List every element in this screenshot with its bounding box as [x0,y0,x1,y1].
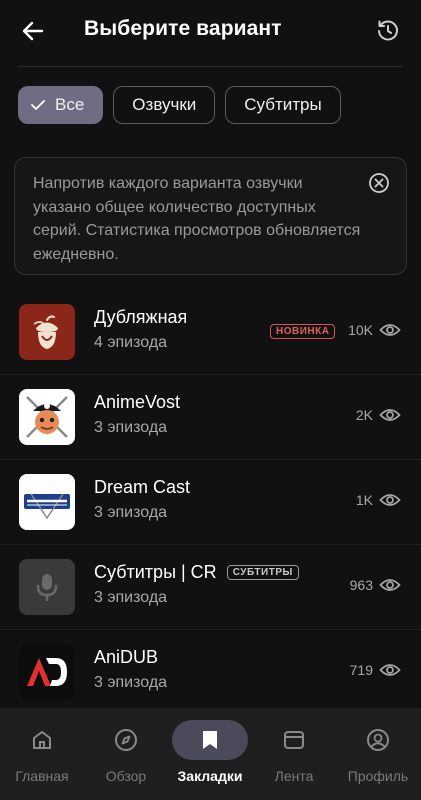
nav-label: Закладки [177,768,243,784]
history-button[interactable] [371,14,405,48]
check-icon [31,100,45,110]
variant-name: AnimeVost [94,392,181,412]
view-count-value: 1K [355,492,373,508]
chip-voiceovers[interactable]: Озвучки [113,86,216,124]
dreamcast-logo [19,474,75,530]
profile-icon [367,729,389,751]
microphone-icon [19,559,75,615]
notice-text: Напротив каждого варианта озвучки указан… [33,175,361,263]
episode-count: 3 эпизода [94,674,168,691]
view-count: 963 [350,577,401,593]
feed-icon [284,731,304,749]
list-item[interactable]: Дубляжная 4 эпизода НОВИНКА 10K [0,290,421,375]
nav-home[interactable]: Главная [0,722,84,784]
eye-icon [379,324,401,336]
list-item[interactable]: Субтитры | CR СУБТИТРЫ 3 эпизода 963 [0,545,421,630]
nav-feed[interactable]: Лента [252,722,336,784]
variant-name: AniDUB [94,647,159,667]
view-count-value: 2K [355,407,373,423]
page-title: Выберите вариант [84,17,282,40]
subtitles-badge: СУБТИТРЫ [226,565,299,580]
pirate-logo [19,389,75,445]
list-item[interactable]: Dream Cast 3 эпизода 1K [0,460,421,545]
app-header: Выберите вариант [0,0,421,62]
eye-icon [379,494,401,506]
view-count-value: 963 [349,577,373,593]
episode-count: 3 эпизода [94,504,168,521]
anidub-logo [19,644,75,700]
view-count: 2K [356,407,401,423]
home-icon [33,731,51,749]
eye-icon [379,409,401,421]
nav-label: Лента [274,768,314,784]
nav-label: Обзор [105,768,147,784]
view-count: 10K [348,322,401,338]
episode-count: 3 эпизода [94,589,168,606]
episode-count: 3 эпизода [94,419,168,436]
bookmark-icon [203,731,217,749]
chip-label: Все [55,95,85,114]
variant-list: Дубляжная 4 эпизода НОВИНКА 10K AnimeVos… [0,290,421,715]
eye-icon [379,579,401,591]
nav-label: Профиль [347,768,409,784]
nav-profile[interactable]: Профиль [336,722,420,784]
view-count-value: 10K [348,322,373,338]
chip-label: Субтитры [244,95,322,114]
compass-icon [115,729,137,751]
acorn-logo [19,304,75,360]
bottom-nav: Главная Обзор Закладки Лента Профиль [0,708,421,800]
list-item[interactable]: AniDUB 3 эпизода 719 [0,630,421,715]
header-divider [18,66,403,67]
info-notice: Напротив каждого варианта озвучки указан… [14,157,407,275]
list-item[interactable]: AnimeVost 3 эпизода 2K [0,375,421,460]
close-circle-icon [369,173,389,193]
filter-chips: Все Озвучки Субтитры [18,86,341,124]
back-button[interactable] [16,14,50,48]
nav-label: Главная [15,768,69,784]
view-count: 1K [356,492,401,508]
chip-all[interactable]: Все [18,86,104,124]
view-count-value: 719 [349,662,373,678]
eye-icon [379,664,401,676]
new-badge: НОВИНКА [270,324,336,339]
variant-name: Dream Cast [94,477,191,497]
chip-label: Озвучки [132,95,197,114]
back-arrow-icon [22,21,44,41]
episode-count: 4 эпизода [94,334,168,351]
view-count: 719 [350,662,401,678]
history-icon [378,20,398,41]
variant-name: Субтитры | CR [94,562,217,582]
nav-bookmarks[interactable]: Закладки [168,720,252,784]
chip-subtitles[interactable]: Субтитры [225,86,341,124]
nav-explore[interactable]: Обзор [84,722,168,784]
variant-name: Дубляжная [94,307,188,327]
notice-close-button[interactable] [368,172,390,194]
